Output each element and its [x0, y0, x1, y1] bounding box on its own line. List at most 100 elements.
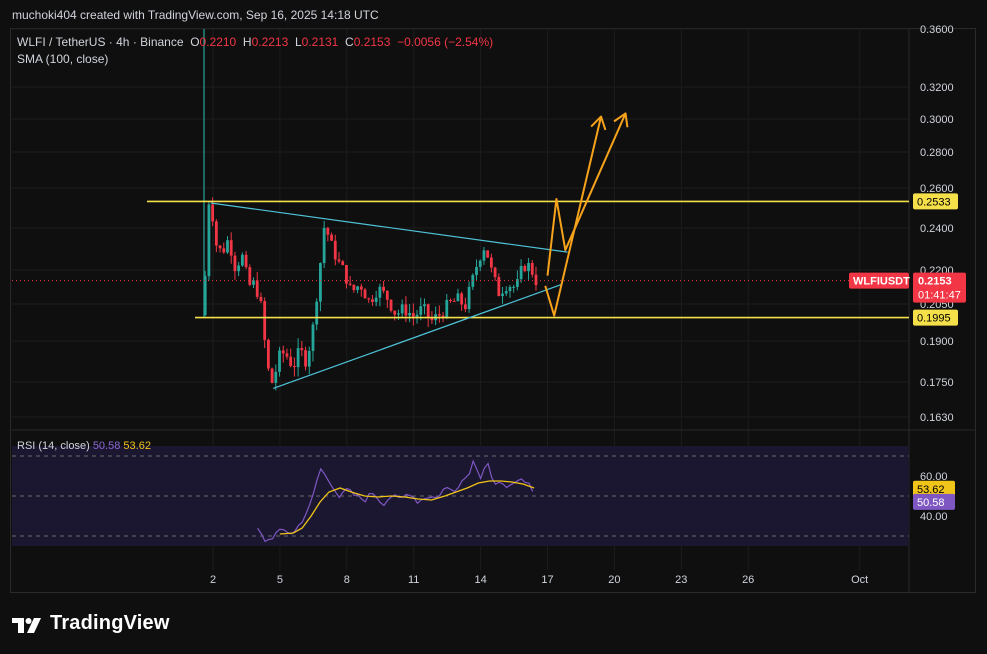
time-tick-4: 14 — [474, 574, 486, 586]
candle-7 — [229, 232, 233, 264]
candle-body-36 — [337, 259, 341, 262]
candle-69 — [460, 291, 464, 311]
candle-body-31 — [319, 263, 322, 302]
candle-23 — [289, 348, 293, 368]
candle-body-73 — [475, 266, 478, 275]
symbol-label: WLFI / TetherUS · 4h · Binance — [17, 35, 184, 49]
candle-17 — [266, 338, 270, 372]
candle-88 — [530, 260, 534, 278]
candle-body-87 — [527, 262, 530, 272]
candle-body-17 — [266, 339, 270, 369]
candle-32 — [322, 220, 326, 268]
candle-body-67 — [452, 301, 456, 303]
candle-body-33 — [326, 227, 330, 235]
tradingview-branding[interactable]: TradingView — [12, 612, 170, 635]
candle-52 — [397, 309, 400, 320]
candle-44 — [367, 297, 371, 303]
candle-5 — [222, 242, 226, 254]
candle-81 — [504, 286, 508, 297]
candle-80 — [501, 286, 504, 304]
candle-68 — [456, 288, 460, 302]
candle-20 — [278, 346, 281, 377]
candle-body-66 — [449, 299, 452, 302]
candle-body-51 — [393, 310, 397, 315]
candle-24 — [292, 357, 296, 377]
candle-body-74 — [478, 260, 482, 267]
candle-60 — [426, 303, 430, 328]
candle-body-14 — [255, 280, 259, 297]
candle-87 — [527, 258, 530, 280]
candle-body-32 — [322, 227, 326, 264]
price-tick-10: 0.1630 — [920, 412, 954, 424]
candle-body-13 — [252, 280, 255, 285]
time-tick-0: 2 — [210, 574, 216, 586]
candle-29 — [311, 321, 315, 362]
time-tick-3: 11 — [408, 574, 419, 586]
candle-22 — [285, 348, 289, 360]
candle-50 — [389, 299, 393, 313]
candle-body-11 — [244, 254, 248, 268]
candle-body-24 — [292, 365, 296, 368]
candle-body-79 — [497, 277, 501, 297]
candle-body-23 — [289, 356, 293, 366]
candle-62 — [434, 306, 438, 326]
ohlc-legend: WLFI / TetherUS · 4h · Binance O0.2210 H… — [17, 35, 493, 49]
candle-body-20 — [278, 350, 281, 372]
candle-body-8 — [233, 255, 237, 272]
price-tick-9: 0.1750 — [920, 377, 954, 389]
candle-body-46 — [374, 297, 378, 302]
sma-legend: SMA (100, close) — [17, 52, 109, 66]
candle-body-56 — [411, 312, 415, 317]
candle-74 — [478, 259, 482, 272]
candle-48 — [382, 280, 385, 294]
candle-75 — [482, 247, 486, 265]
candle-body-49 — [385, 290, 389, 300]
candle-body-28 — [307, 350, 311, 367]
candle-37 — [341, 259, 345, 266]
candle-body-30 — [315, 301, 319, 325]
low-value: 0.2131 — [301, 35, 339, 49]
price-tick-4: 0.2600 — [920, 183, 954, 195]
candle-body-60 — [426, 304, 430, 318]
candle-body-86 — [523, 266, 527, 272]
high-value: 0.2213 — [251, 35, 289, 49]
candle-76 — [486, 250, 490, 259]
countdown-text: 01:41:47 — [918, 290, 961, 302]
time-tick-2: 8 — [344, 574, 350, 586]
candle-body-78 — [493, 267, 497, 278]
candle-65 — [445, 294, 449, 320]
tradingview-logo-icon — [12, 615, 42, 633]
candle-39 — [348, 275, 352, 287]
symbol-badge: WLFIUSDT — [849, 272, 910, 289]
rsi-value: 50.58 — [92, 440, 121, 452]
time-tick-5: 17 — [541, 574, 553, 586]
candle-78 — [493, 266, 497, 281]
candle-38 — [345, 264, 348, 289]
candle-body-83 — [512, 286, 516, 288]
candle-body-3 — [214, 221, 218, 246]
rsi-legend: RSI (14, close) 50.58 53.62 — [17, 440, 151, 452]
candle-21 — [281, 345, 285, 363]
candle-73 — [475, 259, 478, 281]
time-tick-7: 23 — [675, 574, 687, 586]
candle-28 — [307, 346, 311, 375]
candle-67 — [452, 298, 456, 303]
price-tick-3: 0.2800 — [920, 147, 954, 159]
candle-body-50 — [389, 299, 393, 311]
candle-body-57 — [415, 314, 419, 317]
candle-41 — [356, 285, 359, 294]
change-value: −0.0056 (−2.54%) — [397, 35, 494, 49]
candle-18 — [270, 367, 274, 384]
candle-body-16 — [263, 301, 267, 340]
price-tick-0: 0.3600 — [920, 24, 954, 36]
candle-6 — [226, 236, 229, 254]
candle-body-39 — [348, 283, 352, 285]
candle-body-21 — [281, 350, 285, 354]
candle-42 — [359, 283, 363, 297]
open-value: 0.2210 — [199, 35, 237, 49]
candle-body-37 — [341, 261, 345, 266]
candle-30 — [315, 298, 319, 331]
candle-body-27 — [304, 350, 307, 367]
price-chart[interactable]: 0.3600 0.3200 0.3000 0.2800 0.2600 0.2400 0.22… — [0, 0, 987, 654]
candle-14 — [255, 272, 259, 300]
